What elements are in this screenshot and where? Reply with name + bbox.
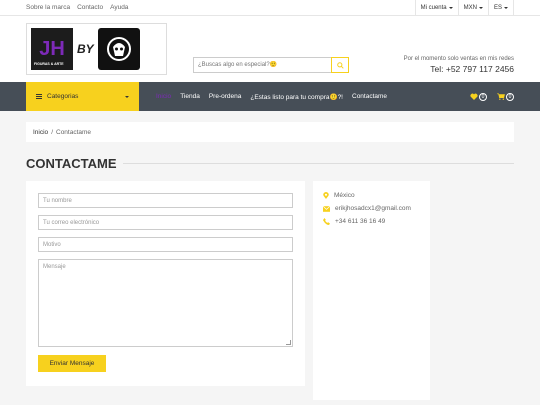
search-button[interactable] (331, 57, 349, 73)
info-location: México (323, 192, 420, 199)
envelope-icon (323, 205, 330, 212)
main-nav: Categorias Inicio Tienda Pre-ordena ¿Est… (0, 82, 540, 111)
phone-icon (323, 218, 330, 225)
name-field[interactable]: Tu nombre (38, 193, 293, 208)
title-divider (122, 162, 514, 164)
nav-link-contact[interactable]: Contactame (352, 93, 387, 100)
breadcrumb: Inicio / Contactame (26, 122, 514, 142)
site-logo[interactable]: JH FIGURAS & ARTE BY (26, 23, 167, 75)
nav-link-store[interactable]: Tienda (180, 93, 200, 100)
info-phone: +34 611 36 16 49 (323, 218, 420, 225)
chevron-down-icon (125, 95, 129, 98)
header-phone: Tel: +52 797 117 2456 (430, 64, 514, 74)
help-link[interactable]: Ayuda (110, 4, 128, 11)
logo-jh: JH FIGURAS & ARTE (31, 28, 73, 70)
language-dropdown[interactable]: ES (487, 0, 514, 15)
breadcrumb-separator: / (51, 128, 53, 136)
sales-note: Por el momento solo ventas en mis redes (403, 56, 514, 62)
logo-mask-icon (97, 28, 140, 70)
top-links: Sobre la marca Contacto Ayuda (26, 4, 128, 11)
contact-link[interactable]: Contacto (77, 4, 103, 11)
cart-count: 0 (506, 92, 514, 101)
header: JHFIGURAS & ARTE BY Por el momento solo … (0, 16, 540, 82)
cart-icon (497, 93, 505, 100)
search-input[interactable] (193, 57, 331, 73)
search-icon (336, 61, 344, 69)
chevron-down-icon (478, 6, 483, 9)
chevron-down-icon (504, 6, 508, 9)
top-bar: Sobre la marca Contacto Ayuda Mi cuenta … (0, 0, 540, 16)
wishlist-count: 0 (479, 92, 487, 101)
page-title: CONTACTAME (26, 155, 514, 171)
subject-field[interactable]: Motivo (38, 237, 293, 252)
send-message-button[interactable]: Enviar Mensaje (38, 355, 106, 372)
nav-icons: 0 0 (470, 82, 514, 111)
header-contact: Por el momento solo ventas en mis redes … (404, 56, 514, 74)
wishlist-button[interactable]: 0 (470, 92, 487, 101)
page-heading: CONTACTAME (26, 155, 117, 171)
contact-info-card: México erikjhosadcx1@gmail.com +34 611 3… (313, 181, 430, 400)
map-pin-icon (323, 192, 329, 199)
nav-link-preorder[interactable]: Pre-ordena (209, 93, 242, 100)
logo-by: BY (77, 42, 94, 56)
breadcrumb-current: Contactame (56, 128, 92, 136)
email-field[interactable]: Tu correo electrónico (38, 215, 293, 230)
resize-handle-icon[interactable] (286, 340, 291, 345)
categories-button[interactable]: Categorias (26, 82, 139, 111)
breadcrumb-home[interactable]: Inicio (33, 129, 48, 136)
search-bar (193, 57, 349, 73)
cart-button[interactable]: 0 (497, 92, 514, 101)
chevron-down-icon (448, 6, 453, 9)
heart-icon (470, 93, 478, 100)
contact-form: Tu nombre Tu correo electrónico Motivo M… (26, 181, 305, 386)
nav-link-ready[interactable]: ¿Estas listo para tu compra🙂?! (250, 93, 343, 101)
top-dropdowns: Mi cuenta MXN ES (414, 0, 514, 15)
nav-link-home[interactable]: Inicio (156, 93, 171, 100)
info-email: erikjhosadcx1@gmail.com (323, 205, 420, 212)
account-dropdown[interactable]: Mi cuenta (414, 0, 458, 15)
about-brand-link[interactable]: Sobre la marca (26, 4, 70, 11)
message-field[interactable]: Mensaje (38, 259, 293, 347)
nav-links: Inicio Tienda Pre-ordena ¿Estas listo pa… (156, 82, 387, 111)
currency-dropdown[interactable]: MXN (457, 0, 488, 15)
menu-icon (36, 94, 42, 99)
